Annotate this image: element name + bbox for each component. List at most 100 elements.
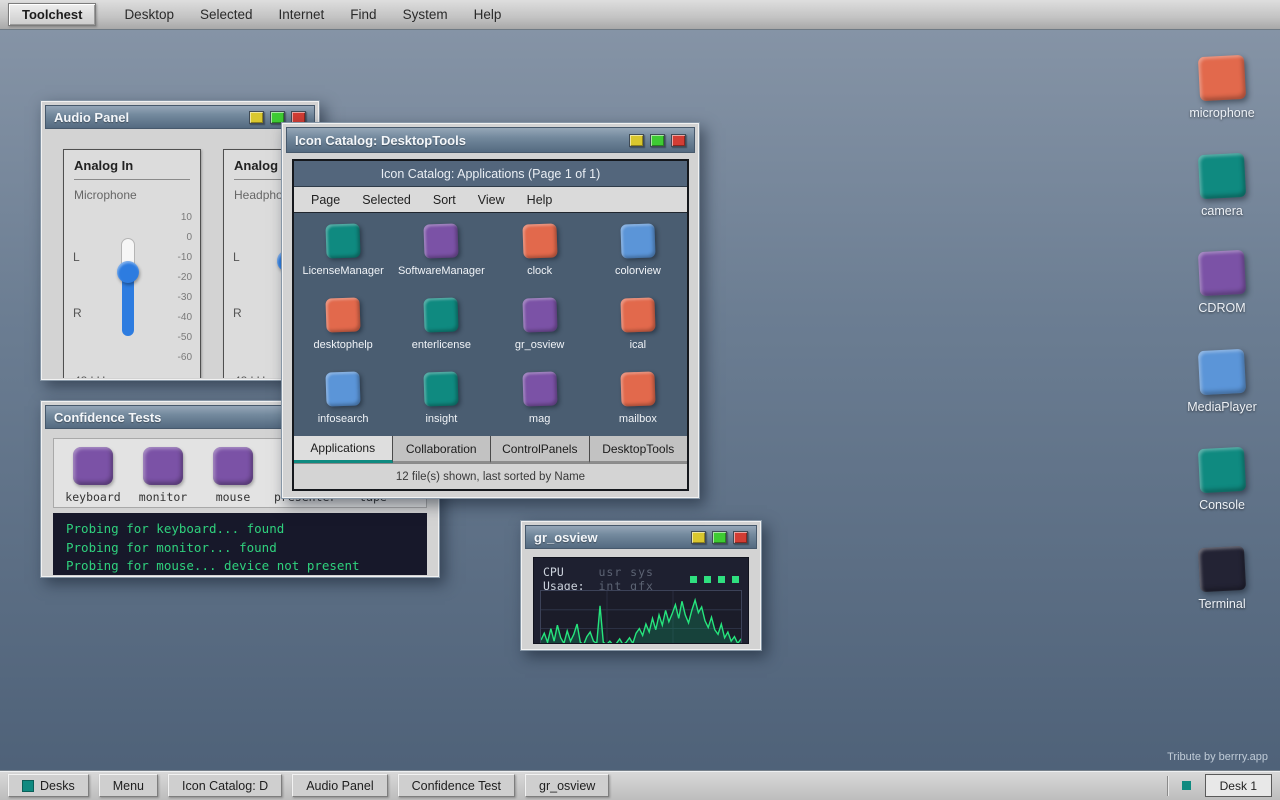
desktop-icon-label: microphone (1181, 106, 1263, 120)
taskbar-separator (1167, 776, 1168, 796)
catalog-item-ical[interactable]: ical (589, 287, 687, 361)
taskbar-menu-button[interactable]: Menu (99, 774, 158, 797)
audio-panel-content: Analog In Microphone 100 -10-20 -30-40 -… (45, 133, 315, 378)
volume-slider-thumb[interactable] (117, 261, 139, 283)
cpu-usage-label: CPU Usage: (543, 565, 590, 593)
desktop-icon-console[interactable]: Console (1181, 448, 1263, 512)
cpu-graph-svg (541, 591, 741, 644)
desks-swatch-icon (22, 780, 34, 792)
taskbar: Desks Menu Icon Catalog: D Audio Panel C… (0, 770, 1280, 800)
catalog-item-infosearch[interactable]: infosearch (294, 362, 392, 436)
desktop-icon-label: camera (1181, 204, 1263, 218)
log-line: Probing for monitor... found (66, 539, 414, 558)
device-mouse[interactable]: mouse (204, 447, 262, 504)
taskbar-confidence-test-button[interactable]: Confidence Test (398, 774, 515, 797)
taskbar-desks-button[interactable]: Desks (8, 774, 89, 797)
catalog-menu-view[interactable]: View (478, 193, 505, 207)
top-menubar: Toolchest Desktop Selected Internet Find… (0, 0, 1280, 30)
desktop-icon-mediaplayer[interactable]: MediaPlayer (1181, 350, 1263, 414)
left-channel-label: L (233, 250, 240, 264)
catalog-menubar: Page Selected Sort View Help (294, 187, 687, 213)
maximize-button[interactable] (650, 134, 665, 147)
catalog-menu-page[interactable]: Page (311, 193, 340, 207)
analog-in-title: Analog In (74, 158, 190, 180)
icon-catalog-content: Icon Catalog: Applications (Page 1 of 1)… (286, 153, 695, 497)
tab-desktoptools[interactable]: DesktopTools (590, 436, 688, 463)
desk-1-button[interactable]: Desk 1 (1205, 774, 1272, 797)
menu-item-find[interactable]: Find (350, 7, 376, 22)
taskbar-gr-osview-button[interactable]: gr_osview (525, 774, 609, 797)
minimize-button[interactable] (691, 531, 706, 544)
tab-collaboration[interactable]: Collaboration (393, 436, 492, 463)
catalog-item-softwaremanager[interactable]: SoftwareManager (392, 213, 490, 287)
sample-rate-label: 48 kHz (234, 374, 271, 378)
sample-rate-label: 48 kHz (74, 374, 111, 378)
desktop-icon-terminal[interactable]: Terminal (1181, 547, 1263, 611)
minimize-button[interactable] (249, 111, 264, 124)
tab-applications[interactable]: Applications (294, 436, 393, 463)
menu-item-desktop[interactable]: Desktop (124, 7, 174, 22)
menu-item-internet[interactable]: Internet (279, 7, 325, 22)
device-monitor[interactable]: monitor (134, 447, 192, 504)
icon-catalog-titlebar[interactable]: Icon Catalog: DesktopTools (286, 127, 695, 153)
catalog-icon-grid: LicenseManager SoftwareManager clock col… (294, 213, 687, 436)
microphone-icon (1198, 55, 1246, 101)
cpu-usage-graph (540, 590, 742, 644)
taskbar-audio-panel-button[interactable]: Audio Panel (292, 774, 387, 797)
clock-icon (522, 223, 557, 258)
catalog-tabs: Applications Collaboration ControlPanels… (294, 436, 687, 463)
right-channel-label: R (73, 306, 82, 320)
window-buttons (691, 531, 748, 544)
desktop-icon-label: CDROM (1181, 301, 1263, 315)
right-channel-label: R (233, 306, 242, 320)
close-button[interactable] (733, 531, 748, 544)
catalog-item-colorview[interactable]: colorview (589, 213, 687, 287)
maximize-button[interactable] (712, 531, 727, 544)
toolchest-button[interactable]: Toolchest (8, 3, 96, 26)
licensemanager-icon (326, 223, 361, 258)
probe-log-terminal: Probing for keyboard... found Probing fo… (53, 513, 427, 575)
catalog-item-licensemanager[interactable]: LicenseManager (294, 213, 392, 287)
catalog-item-mag[interactable]: mag (491, 362, 589, 436)
desktop-icon-label: MediaPlayer (1181, 400, 1263, 414)
taskbar-icon-catalog-button[interactable]: Icon Catalog: D (168, 774, 282, 797)
desk-indicator-icon (1182, 781, 1191, 790)
menu-item-help[interactable]: Help (474, 7, 502, 22)
mouse-icon (213, 447, 253, 485)
keyboard-icon (73, 447, 113, 485)
menu-item-selected[interactable]: Selected (200, 7, 253, 22)
device-keyboard[interactable]: keyboard (64, 447, 122, 504)
console-icon (1198, 447, 1246, 493)
gr-osview-titlebar[interactable]: gr_osview (525, 525, 757, 549)
menu-item-system[interactable]: System (403, 7, 448, 22)
catalog-menu-sort[interactable]: Sort (433, 193, 456, 207)
catalog-menu-help[interactable]: Help (527, 193, 553, 207)
window-gr-osview: gr_osview CPU Usage: usr sys int gfx (520, 520, 762, 651)
catalog-item-enterlicense[interactable]: enterlicense (392, 287, 490, 361)
enterlicense-icon (424, 297, 459, 332)
insight-icon (424, 372, 459, 407)
colorview-icon (620, 223, 655, 258)
tab-controlpanels[interactable]: ControlPanels (491, 436, 590, 463)
catalog-menu-selected[interactable]: Selected (362, 193, 411, 207)
desktop-icon-camera[interactable]: camera (1181, 154, 1263, 218)
catalog-item-gr-osview[interactable]: gr_osview (491, 287, 589, 361)
top-menu-items: Desktop Selected Internet Find System He… (124, 7, 501, 22)
catalog-item-insight[interactable]: insight (392, 362, 490, 436)
monitor-icon (143, 447, 183, 485)
catalog-item-mailbox[interactable]: mailbox (589, 362, 687, 436)
audio-panel-titlebar[interactable]: Audio Panel (45, 105, 315, 129)
catalog-item-desktophelp[interactable]: desktophelp (294, 287, 392, 361)
close-button[interactable] (671, 134, 686, 147)
window-buttons (629, 134, 686, 147)
minimize-button[interactable] (629, 134, 644, 147)
desktop-icon-microphone[interactable]: microphone (1181, 56, 1263, 120)
analog-in-source: Microphone (74, 188, 190, 202)
cpu-usage-panel: CPU Usage: usr sys int gfx (533, 557, 749, 644)
softwaremanager-icon (424, 223, 459, 258)
legend-swatches (690, 576, 739, 583)
log-line: Probing for keyboard... found (66, 520, 414, 539)
volume-scale: 100 -10-20 -30-40 -50-60 (162, 212, 192, 372)
desktop-icon-cdrom[interactable]: CDROM (1181, 251, 1263, 315)
catalog-item-clock[interactable]: clock (491, 213, 589, 287)
